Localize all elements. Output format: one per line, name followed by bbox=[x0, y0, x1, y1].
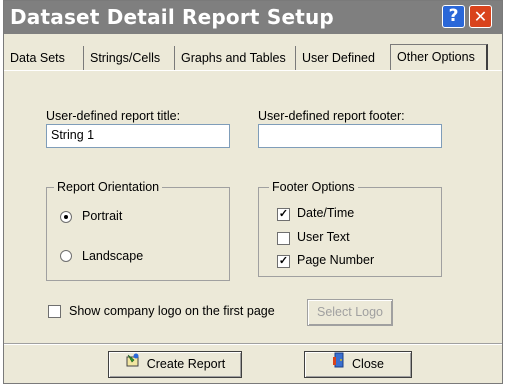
create-report-button[interactable]: Create Report bbox=[108, 351, 242, 378]
date-time-checkbox[interactable]: ✓ bbox=[277, 208, 290, 221]
window-title: Dataset Detail Report Setup bbox=[10, 5, 334, 29]
close-button[interactable]: Close bbox=[304, 351, 412, 378]
report-wizard-icon bbox=[125, 352, 141, 377]
portrait-radio[interactable] bbox=[60, 211, 72, 223]
report-orientation-title: Report Orientation bbox=[54, 180, 163, 194]
report-footer-label: User-defined report footer: bbox=[258, 109, 405, 123]
user-text-label[interactable]: User Text bbox=[297, 230, 350, 244]
title-bar[interactable]: Dataset Detail Report Setup ? ✕ bbox=[4, 1, 502, 34]
landscape-radio[interactable] bbox=[60, 250, 72, 262]
tab-user-defined[interactable]: User Defined bbox=[296, 46, 388, 70]
tab-panel-divider bbox=[4, 70, 502, 71]
show-logo-label[interactable]: Show company logo on the first page bbox=[69, 304, 275, 318]
report-footer-input[interactable] bbox=[258, 124, 442, 148]
date-time-label[interactable]: Date/Time bbox=[297, 206, 354, 220]
tab-strings-cells[interactable]: Strings/Cells bbox=[84, 46, 175, 70]
tab-strip: Data Sets Strings/Cells Graphs and Table… bbox=[4, 44, 502, 71]
show-logo-checkbox[interactable] bbox=[48, 305, 61, 318]
create-report-label: Create Report bbox=[146, 357, 226, 371]
help-button[interactable]: ? bbox=[442, 5, 465, 28]
button-bar-separator bbox=[4, 343, 502, 345]
tab-data-sets[interactable]: Data Sets bbox=[4, 46, 84, 70]
report-title-label: User-defined report title: bbox=[46, 109, 181, 123]
report-title-input[interactable]: String 1 bbox=[46, 124, 230, 148]
tab-graphs-and-tables[interactable]: Graphs and Tables bbox=[175, 46, 296, 70]
tab-other-options[interactable]: Other Options bbox=[390, 44, 488, 71]
report-setup-dialog: Dataset Detail Report Setup ? ✕ Data Set… bbox=[3, 0, 503, 384]
portrait-label[interactable]: Portrait bbox=[82, 209, 122, 223]
report-orientation-group: Report Orientation Portrait Landscape bbox=[46, 180, 230, 281]
close-label: Close bbox=[352, 357, 384, 371]
page-number-label[interactable]: Page Number bbox=[297, 253, 374, 267]
select-logo-button[interactable]: Select Logo bbox=[307, 299, 393, 326]
window-close-button[interactable]: ✕ bbox=[469, 5, 492, 28]
footer-options-group: Footer Options ✓ Date/Time User Text ✓ P… bbox=[258, 180, 442, 277]
page-number-checkbox[interactable]: ✓ bbox=[277, 255, 290, 268]
exit-door-icon bbox=[332, 352, 346, 377]
user-text-checkbox[interactable] bbox=[277, 232, 290, 245]
landscape-label[interactable]: Landscape bbox=[82, 249, 143, 263]
footer-options-title: Footer Options bbox=[269, 180, 358, 194]
